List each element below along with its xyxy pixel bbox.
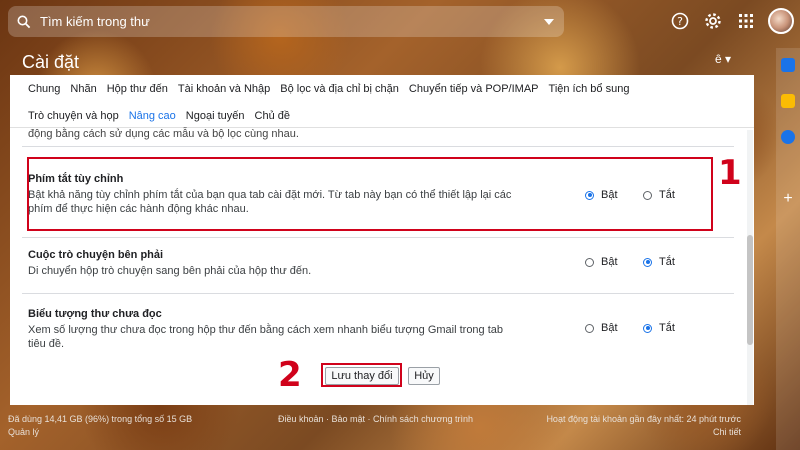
- tab-tien-ich[interactable]: Tiện ích bổ sung: [549, 83, 630, 95]
- tab-bo-loc[interactable]: Bộ lọc và địa chỉ bị chặn: [280, 83, 399, 95]
- setting-desc-line: Xem số lượng thư chưa đọc trong hộp thư …: [28, 324, 504, 336]
- tab-chuyen-tiep[interactable]: Chuyển tiếp và POP/IMAP: [409, 83, 539, 95]
- avatar[interactable]: [768, 8, 794, 34]
- storage-manage-link[interactable]: Quản lý: [8, 426, 192, 439]
- account-activity: Hoạt động tài khoản gần đây nhất: 24 phú…: [526, 413, 741, 439]
- apps-icon[interactable]: [738, 13, 754, 32]
- page-title: Cài đặt: [22, 52, 80, 72]
- radio-unselected-icon[interactable]: [585, 257, 594, 267]
- setting-desc: Xem số lượng thư chưa đọc trong hộp thư …: [28, 323, 503, 351]
- search-icon[interactable]: [8, 15, 40, 29]
- cancel-button[interactable]: Hủy: [408, 367, 440, 385]
- svg-text:?: ?: [677, 15, 683, 28]
- side-panel: [776, 48, 800, 450]
- calendar-icon[interactable]: [781, 58, 795, 72]
- search-options-icon[interactable]: [534, 18, 564, 25]
- save-button[interactable]: Lưu thay đổi: [325, 367, 399, 385]
- tab-chung[interactable]: Chung: [28, 83, 60, 95]
- radio-unread-on[interactable]: Bật: [585, 322, 618, 334]
- tab-hop-thu-den[interactable]: Hộp thư đến: [107, 83, 168, 95]
- radio-label: Bật: [601, 322, 618, 334]
- footer-links[interactable]: Điều khoản · Bảo mật · Chính sách chương…: [278, 413, 473, 426]
- radio-selected-icon[interactable]: [643, 257, 652, 267]
- divider: [22, 293, 734, 294]
- previous-setting-text: động bằng cách sử dụng các mẫu và bộ lọc…: [28, 128, 299, 140]
- radio-label: Tắt: [659, 322, 675, 334]
- annotation-box-1: [27, 157, 713, 231]
- radio-label: Bật: [601, 256, 618, 268]
- tab-ngoai-tuyen[interactable]: Ngoại tuyến: [186, 110, 245, 122]
- gear-icon[interactable]: [704, 12, 722, 33]
- radio-selected-icon[interactable]: [643, 323, 652, 333]
- setting-desc-line: tiêu đề.: [28, 338, 65, 350]
- tabs-row-1: Chung Nhãn Hộp thư đến Tài khoản và Nhập…: [28, 83, 639, 95]
- language-label: ê: [715, 52, 722, 66]
- setting-title: Biểu tượng thư chưa đọc: [28, 308, 162, 320]
- radio-label: Tắt: [659, 256, 675, 268]
- language-selector[interactable]: ê ▾: [715, 52, 731, 66]
- tabs-row-2: Trò chuyện và họp Nâng cao Ngoại tuyến C…: [28, 110, 300, 122]
- help-icon[interactable]: ?: [671, 12, 689, 33]
- tasks-icon[interactable]: [781, 130, 795, 144]
- storage-usage: Đã dùng 14,41 GB (96%) trong tổng số 15 …: [8, 414, 193, 424]
- search-bar[interactable]: Tìm kiếm trong thư: [8, 6, 564, 37]
- radio-chat-right-off[interactable]: Tắt: [643, 256, 675, 268]
- setting-unread-icon: Biểu tượng thư chưa đọc Xem số lượng thư…: [28, 308, 503, 351]
- divider: [22, 237, 734, 238]
- keep-icon[interactable]: [781, 94, 795, 108]
- scrollbar[interactable]: [747, 130, 753, 405]
- tab-tro-chuyen[interactable]: Trò chuyện và họp: [28, 110, 119, 122]
- annotation-number-2: 2: [278, 355, 302, 395]
- tab-chu-de[interactable]: Chủ đề: [255, 110, 290, 122]
- setting-desc: Di chuyển hộp trò chuyện sang bên phải c…: [28, 264, 311, 278]
- radio-unread-off[interactable]: Tắt: [643, 322, 675, 334]
- storage-info: Đã dùng 14,41 GB (96%) trong tổng số 15 …: [8, 413, 192, 439]
- search-input[interactable]: Tìm kiếm trong thư: [40, 14, 534, 29]
- radio-chat-right-on[interactable]: Bật: [585, 256, 618, 268]
- setting-title: Cuộc trò chuyện bên phải: [28, 249, 164, 261]
- divider: [22, 146, 734, 147]
- activity-text: Hoạt động tài khoản gần đây nhất: 24 phú…: [546, 414, 741, 424]
- setting-chat-right: Cuộc trò chuyện bên phải Di chuyển hộp t…: [28, 249, 311, 278]
- tab-tai-khoan[interactable]: Tài khoản và Nhập: [178, 83, 270, 95]
- tab-nang-cao[interactable]: Nâng cao: [129, 110, 176, 122]
- plus-icon[interactable]: +: [781, 191, 795, 207]
- setting-desc-line: Di chuyển hộp trò chuyện sang bên phải c…: [28, 265, 312, 277]
- settings-panel: Chung Nhãn Hộp thư đến Tài khoản và Nhập…: [10, 75, 754, 405]
- annotation-number-1: 1: [718, 153, 742, 193]
- tab-nhan[interactable]: Nhãn: [70, 83, 96, 95]
- scrollbar-thumb[interactable]: [747, 235, 753, 345]
- activity-details-link[interactable]: Chi tiết: [526, 426, 741, 439]
- radio-unselected-icon[interactable]: [585, 323, 594, 333]
